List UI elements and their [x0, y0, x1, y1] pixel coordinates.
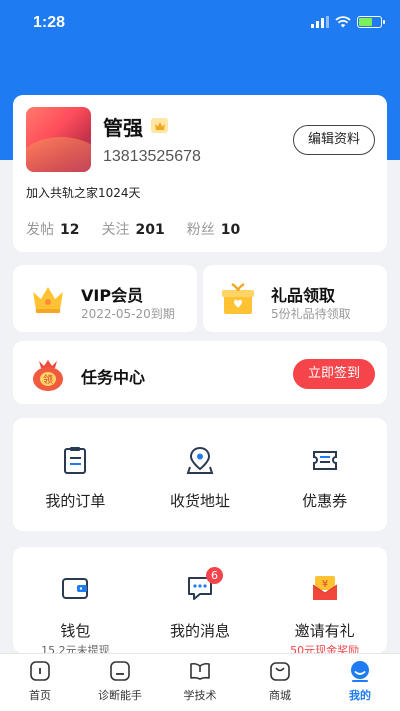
tab-profile[interactable]: 我的 — [320, 654, 400, 711]
crown-icon — [33, 287, 63, 313]
coupons[interactable]: 优惠券 — [262, 418, 387, 531]
status-icons — [311, 16, 385, 28]
gift-card[interactable]: 礼品领取 5份礼品待领取 — [203, 265, 387, 332]
my-orders[interactable]: 我的订单 — [13, 418, 138, 531]
my-messages[interactable]: 6 我的消息 — [138, 547, 263, 653]
wallet[interactable]: 钱包 15.2元未提现 — [13, 547, 138, 657]
red-envelope-icon: ¥ — [312, 576, 337, 600]
profile-phone: 13813525678 — [103, 148, 201, 165]
invite-rewards[interactable]: ¥ 邀请有礼 50元现金奖励 — [262, 547, 387, 657]
location-pin-icon — [186, 446, 214, 474]
edit-profile-button[interactable]: 编辑资料 — [293, 125, 375, 155]
status-bar: 1:28 — [0, 0, 400, 50]
tab-diagnose[interactable]: 诊断能手 — [80, 654, 160, 711]
task-center-title: 任务中心 — [81, 368, 146, 387]
gift-subtitle: 5份礼品待领取 — [271, 307, 351, 321]
svg-text:¥: ¥ — [321, 579, 327, 590]
status-time: 1:28 — [33, 14, 66, 31]
wallet-icon — [62, 578, 89, 599]
stat-fans[interactable]: 粉丝 10 — [187, 219, 240, 239]
shopping-bag-icon — [270, 662, 290, 681]
tab-shop[interactable]: 商城 — [240, 654, 320, 711]
sign-in-button[interactable]: 立即签到 — [293, 359, 375, 389]
profile-icon — [351, 661, 369, 682]
home-icon — [30, 661, 50, 681]
message-count-badge: 6 — [206, 567, 223, 584]
ticket-icon — [312, 451, 337, 470]
vip-expiry: 2022-05-20到期 — [81, 307, 175, 321]
tab-home[interactable]: 首页 — [0, 654, 80, 711]
wallet-services-card: 钱包 15.2元未提现 6 我的消息 ¥ 邀请有礼 50元现金奖励 — [13, 547, 387, 657]
order-services-card: 我的订单 收货地址 优惠券 — [13, 418, 387, 531]
profile-card: 管强 13813525678 编辑资料 加入共轨之家1024天 发帖 12 关注 2… — [13, 95, 387, 252]
stat-following[interactable]: 关注 201 — [101, 219, 164, 239]
gift-title: 礼品领取 — [271, 286, 336, 305]
task-center-card[interactable]: 领 任务中心 立即签到 — [13, 341, 387, 404]
clipboard-icon — [64, 447, 87, 474]
svg-text:领: 领 — [43, 373, 53, 386]
vip-card[interactable]: VIP会员 2022-05-20到期 — [13, 265, 197, 332]
avatar[interactable] — [26, 107, 91, 172]
join-duration: 加入共轨之家1024天 — [26, 186, 141, 200]
battery-icon — [357, 16, 385, 28]
gift-icon — [222, 282, 254, 314]
profile-name: 管强 — [103, 116, 143, 140]
diagnose-icon — [110, 661, 130, 681]
vip-title: VIP会员 — [81, 286, 144, 305]
profile-stats: 发帖 12 关注 201 粉丝 10 — [26, 219, 240, 239]
shipping-address[interactable]: 收货地址 — [138, 418, 263, 531]
book-icon — [190, 662, 210, 680]
bottom-tab-bar: 首页 诊断能手 学技术 商城 我的 — [0, 653, 400, 711]
crown-badge-icon — [151, 118, 168, 133]
signal-icon — [311, 16, 329, 28]
stat-posts[interactable]: 发帖 12 — [26, 219, 79, 239]
tab-learn[interactable]: 学技术 — [160, 654, 240, 711]
wifi-icon — [335, 16, 351, 28]
reward-bag-icon: 领 — [33, 360, 63, 391]
